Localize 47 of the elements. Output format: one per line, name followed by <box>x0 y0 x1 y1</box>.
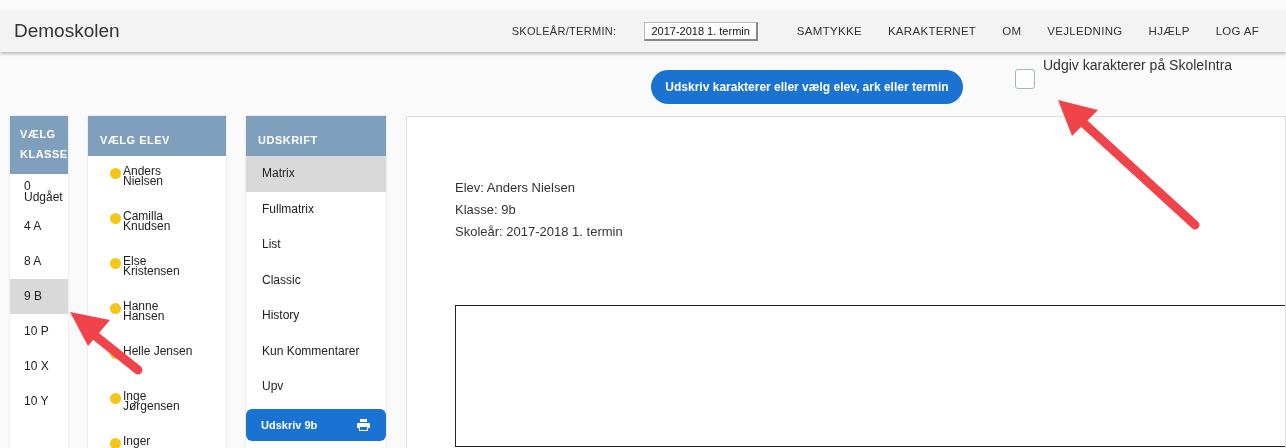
student-item[interactable]: Else Kristensen <box>123 256 193 276</box>
class-item[interactable]: 10 X <box>10 349 68 384</box>
panel-header: VÆLG ELEV <box>88 116 226 156</box>
term-select[interactable]: 2017-2018 1. termin <box>644 21 758 41</box>
status-dot <box>110 258 121 269</box>
layout-item[interactable]: Fullmatrix <box>246 191 386 227</box>
layout-item[interactable]: Classic <box>246 262 386 298</box>
status-dot <box>110 213 121 224</box>
layout-item[interactable]: History <box>246 298 386 334</box>
status-dot <box>110 393 121 404</box>
panel-header: UDSKRIFT <box>246 116 386 156</box>
student-item[interactable]: Anders Nielsen <box>123 166 193 186</box>
student-item[interactable]: Camilla Knudsen <box>123 211 193 231</box>
layout-item[interactable]: Kun Kommentarer <box>246 333 386 369</box>
class-item[interactable]: 8 A <box>10 244 68 279</box>
student-item[interactable]: Inge Jørgensen <box>123 391 193 411</box>
printer-icon <box>357 418 370 431</box>
status-dot <box>110 438 121 448</box>
status-dot <box>110 303 121 314</box>
layout-item[interactable]: Matrix <box>246 156 386 192</box>
report-line: Klasse: 9b <box>455 201 517 219</box>
print-button[interactable]: Udskriv 9b <box>246 408 386 441</box>
nav-link[interactable]: SAMTYKKE <box>796 25 862 37</box>
student-item[interactable]: Helle Jensen <box>123 346 193 356</box>
class-item[interactable]: 0 Udgået <box>10 174 68 209</box>
student-item[interactable]: Inger <box>123 436 193 446</box>
term-label: SKOLEÅR/TERMIN: <box>511 25 617 37</box>
publish-label: Udgiv karakterer på SkoleIntra <box>1043 57 1233 73</box>
app-title: Demoskolen <box>14 20 121 42</box>
layout-item[interactable]: Upv <box>246 369 386 405</box>
publish-checkbox[interactable] <box>1015 69 1035 89</box>
print-action-button[interactable]: Udskriv karakterer eller vælg elev, ark eller termin <box>651 70 963 104</box>
class-item[interactable]: 10 P <box>10 314 68 349</box>
nav-link[interactable]: KARAKTERNET <box>887 25 977 37</box>
report-line: Elev: Anders Nielsen <box>455 179 576 197</box>
status-dot <box>110 168 121 179</box>
nav-link[interactable]: VEJLEDNING <box>1047 25 1123 37</box>
class-item[interactable]: 4 A <box>10 209 68 244</box>
nav-link[interactable]: LOG AF <box>1215 25 1259 37</box>
layout-item[interactable]: List <box>246 227 386 263</box>
student-item[interactable]: Hanne Hansen <box>123 301 193 321</box>
class-item[interactable]: 9 B <box>10 279 68 314</box>
report-line: Skoleår: 2017-2018 1. termin <box>455 223 624 241</box>
nav-link[interactable]: HJÆLP <box>1148 25 1190 37</box>
panel-header: VÆLG KLASSE <box>10 116 68 174</box>
class-item[interactable]: 10 Y <box>10 384 68 419</box>
nav-link[interactable]: OM <box>1002 25 1022 37</box>
